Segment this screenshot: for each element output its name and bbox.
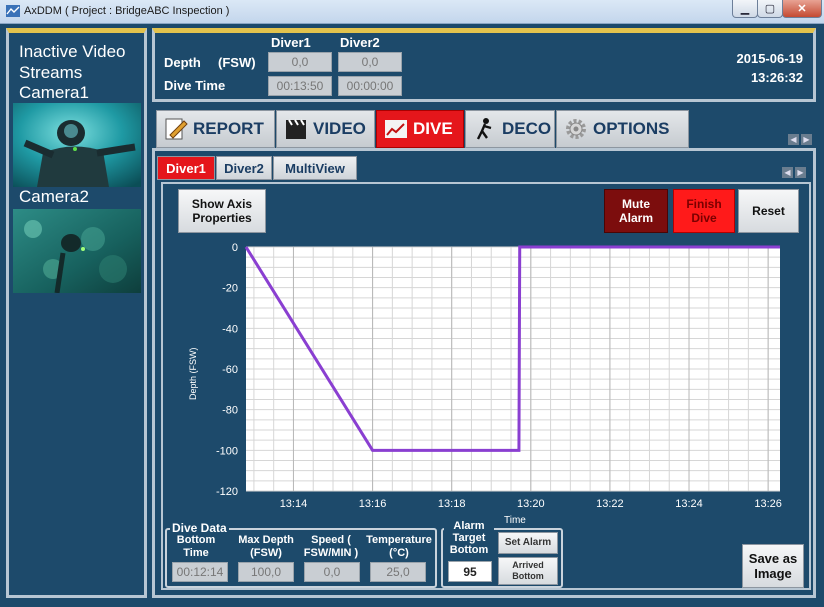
- bottom-time-field: 00:12:14: [172, 562, 228, 582]
- tab-dive-label: DIVE: [413, 119, 453, 138]
- save-as-image-button[interactable]: Save as Image: [742, 544, 804, 588]
- depth-chart-svg: 0 -20 -40 -60 -80 -100 -120 13:14 13:16 13:18 13:…: [188, 242, 782, 525]
- tab-video-label: VIDEO: [313, 119, 366, 138]
- sub-scroll-right-icon[interactable]: ▶: [795, 167, 806, 178]
- dive-time-label: Dive Time: [164, 78, 226, 93]
- diver-icon: [476, 118, 492, 140]
- diver1-depth-field: 0,0: [268, 52, 332, 72]
- app-icon: [6, 5, 20, 17]
- sub-scroll-left-icon[interactable]: ◀: [782, 167, 793, 178]
- y-tick-label: -40: [222, 323, 238, 335]
- close-icon: ✕: [797, 3, 807, 15]
- x-tick-label: 13:18: [438, 498, 466, 510]
- diver2-depth-field: 0,0: [338, 52, 402, 72]
- y-tick-label: -20: [222, 283, 238, 295]
- y-tick-label: -80: [222, 405, 238, 417]
- diver1-header: Diver1: [271, 35, 311, 50]
- temperature-label: Temperature (°C): [366, 534, 432, 559]
- minimize-icon: ▁: [740, 3, 750, 15]
- main-tab-scroll: ◀ ▶: [788, 134, 812, 145]
- inactive-video-panel: Inactive Video Streams Camera1 Camera2: [6, 28, 147, 598]
- x-tick-label: 13:26: [754, 498, 782, 510]
- scroll-right-icon[interactable]: ▶: [801, 134, 812, 145]
- tab-diver1[interactable]: Diver1: [157, 156, 215, 180]
- y-axis-label: Depth (FSW): [188, 347, 198, 400]
- sub-tab-scroll: ◀ ▶: [782, 167, 806, 178]
- tab-diver2[interactable]: Diver2: [216, 156, 272, 180]
- set-alarm-button[interactable]: Set Alarm: [498, 532, 558, 554]
- camera1-thumbnail[interactable]: [13, 103, 141, 187]
- camera2-thumbnail[interactable]: [13, 209, 141, 293]
- clapperboard-icon: [286, 119, 306, 139]
- maximize-icon: ▢: [764, 3, 776, 15]
- finish-dive-button[interactable]: Finish Dive: [673, 189, 735, 233]
- maximize-button[interactable]: ▢: [757, 0, 783, 18]
- tab-multiview[interactable]: MultiView: [273, 156, 357, 180]
- max-depth-label: Max Depth (FSW): [238, 534, 294, 559]
- window-title: AxDDM ( Project : BridgeABC Inspection ): [24, 5, 230, 17]
- title-bar: AxDDM ( Project : BridgeABC Inspection )…: [0, 0, 824, 24]
- pencil-report-icon: [165, 118, 188, 140]
- diver2-time-field: 00:00:00: [338, 76, 402, 96]
- tab-video[interactable]: VIDEO: [276, 110, 375, 148]
- x-tick-label: 13:20: [517, 498, 545, 510]
- temperature-field: 25,0: [370, 562, 426, 582]
- diver1-time-field: 00:13:50: [268, 76, 332, 96]
- minimize-button[interactable]: ▁: [732, 0, 758, 18]
- y-tick-label: -60: [222, 364, 238, 376]
- depth-unit-label: (FSW): [218, 55, 256, 70]
- y-tick-label: -120: [216, 486, 238, 498]
- dive-data-title: Dive Data: [170, 521, 229, 535]
- bottom-time-label: Bottom Time: [176, 534, 216, 559]
- x-tick-label: 13:24: [675, 498, 703, 510]
- arrived-bottom-button[interactable]: Arrived Bottom: [498, 557, 558, 585]
- tab-deco[interactable]: DECO: [465, 110, 555, 148]
- camera2-label: Camera2: [19, 187, 89, 206]
- speed-label: Speed ( FSW/MIN ): [303, 534, 359, 559]
- tab-options[interactable]: OPTIONS: [556, 110, 689, 148]
- tab-options-label: OPTIONS: [593, 119, 670, 138]
- main-tab-bar: REPORT VIDEO DIVE DECO OPTIONS: [156, 110, 816, 148]
- alarm-target-title: Alarm Target Bottom: [444, 520, 494, 556]
- reset-button[interactable]: Reset: [738, 189, 799, 233]
- x-tick-label: 13:22: [596, 498, 624, 510]
- camera1-label: Camera1: [19, 83, 89, 102]
- diver-info-panel: Diver1 Diver2 Depth (FSW) 0,0 0,0 Dive T…: [152, 28, 816, 102]
- tab-report-label: REPORT: [193, 119, 264, 138]
- max-depth-field: 100,0: [238, 562, 294, 582]
- current-date: 2015-06-19: [736, 51, 804, 66]
- speed-field: 0,0: [304, 562, 360, 582]
- x-tick-label: 13:14: [280, 498, 308, 510]
- gear-icon: [566, 119, 586, 139]
- show-axis-properties-button[interactable]: Show Axis Properties: [178, 189, 266, 233]
- tab-deco-label: DECO: [502, 119, 552, 138]
- alarm-target-input[interactable]: 95: [448, 561, 492, 582]
- close-button[interactable]: ✕: [782, 0, 822, 18]
- y-tick-label: -100: [216, 445, 238, 457]
- dive-chart-icon: [385, 120, 407, 138]
- x-tick-label: 13:16: [359, 498, 387, 510]
- x-axis-label: Time: [504, 515, 526, 525]
- current-time: 13:26:32: [750, 70, 803, 85]
- tab-report[interactable]: REPORT: [156, 110, 275, 148]
- diver2-header: Diver2: [340, 35, 380, 50]
- depth-label: Depth: [164, 55, 201, 70]
- depth-chart: 0 -20 -40 -60 -80 -100 -120 13:14 13:16 13:18 13:…: [180, 240, 792, 525]
- y-tick-label: 0: [232, 242, 238, 254]
- inactive-streams-title: Inactive Video Streams: [19, 42, 126, 82]
- mute-alarm-button[interactable]: Mute Alarm: [604, 189, 668, 233]
- scroll-left-icon[interactable]: ◀: [788, 134, 799, 145]
- tab-dive[interactable]: DIVE: [376, 110, 464, 148]
